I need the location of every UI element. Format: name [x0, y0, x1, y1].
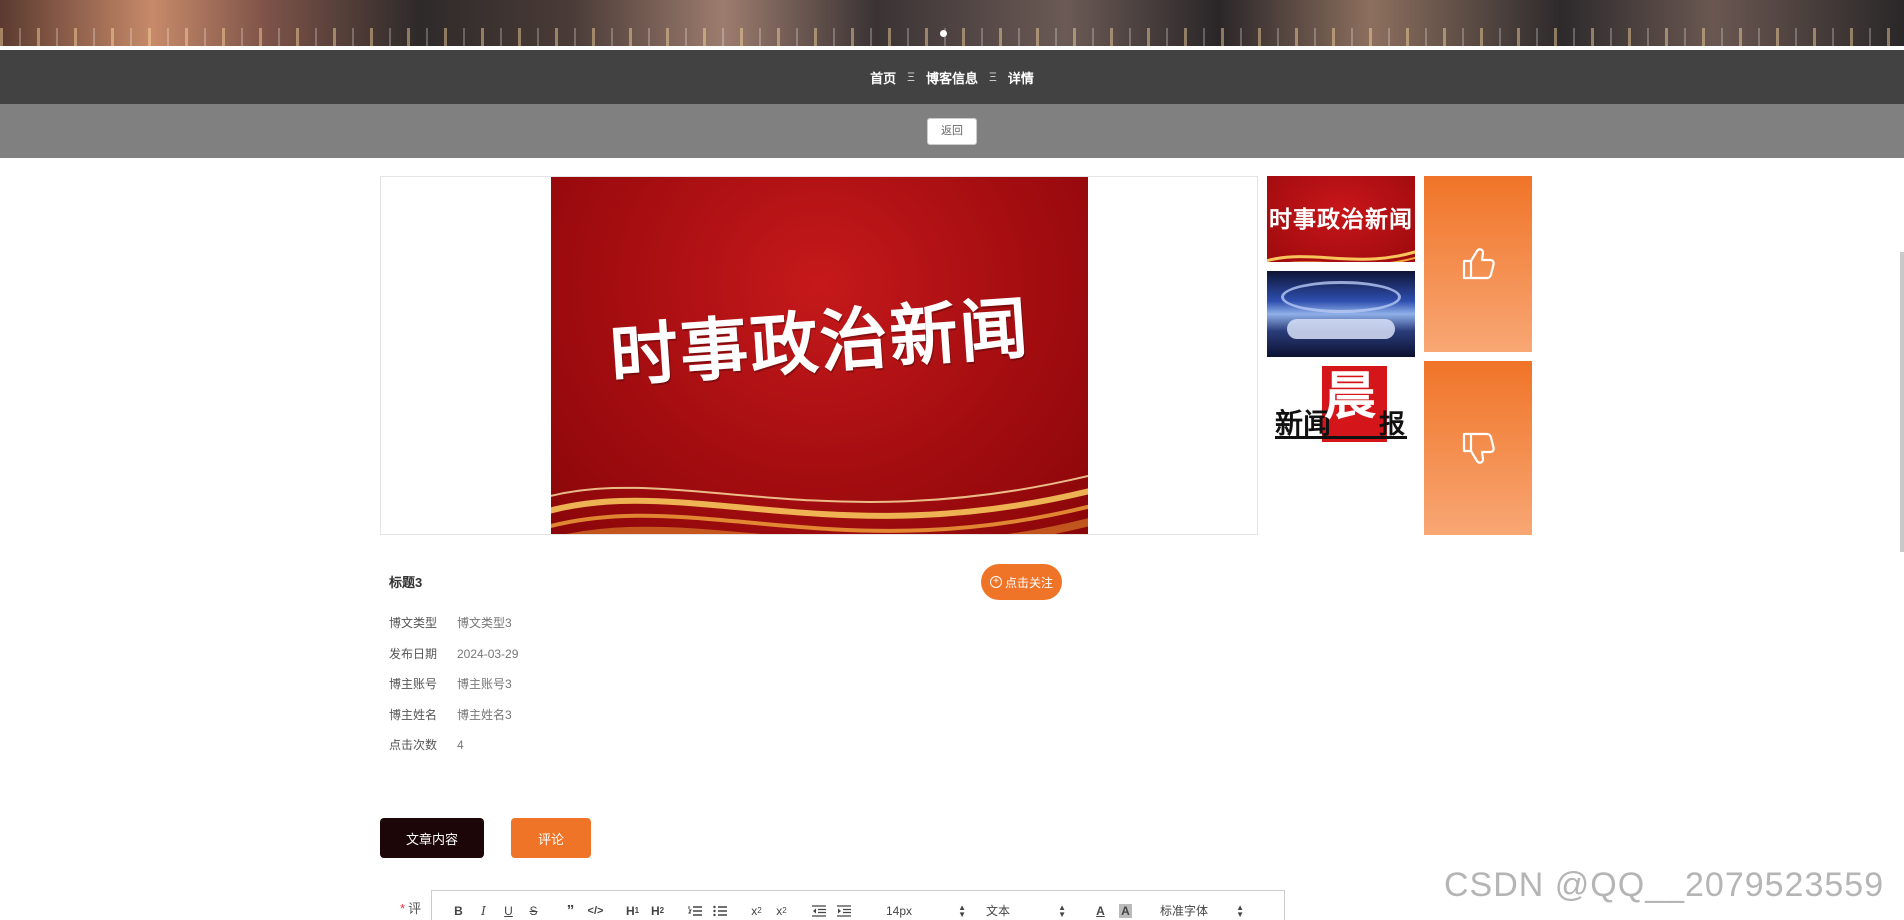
breadcrumb-current: 详情	[1007, 70, 1034, 86]
code-block-icon[interactable]: </>	[583, 900, 608, 920]
article-info: 标题3	[389, 572, 422, 591]
thumbnail-3-underline	[1275, 436, 1407, 439]
heading-1-icon[interactable]: H1	[620, 900, 645, 920]
info-row-clicks: 点击次数 4	[389, 736, 464, 753]
font-size-value: 14px	[886, 903, 913, 918]
info-value: 博主账号3	[457, 677, 512, 691]
plus-circle-icon: +	[989, 576, 1002, 588]
info-label: 博主账号	[389, 677, 438, 691]
back-button[interactable]: 返回	[927, 117, 977, 145]
thumbs-down-icon	[1462, 432, 1495, 464]
thumbnail-2-studio-desk	[1287, 319, 1395, 339]
required-mark: *	[400, 901, 406, 916]
select-arrows-icon: ▲ ▼	[1236, 902, 1244, 919]
info-row-type: 博文类型 博文类型3	[389, 614, 512, 631]
carousel-indicator-dot[interactable]	[940, 30, 947, 37]
dislike-button[interactable]	[1424, 361, 1532, 535]
follow-button[interactable]: + 点击关注	[981, 564, 1062, 600]
italic-icon[interactable]: I	[471, 900, 496, 920]
info-value: 博文类型3	[457, 616, 512, 630]
info-value: 2024-03-29	[457, 647, 519, 661]
info-value: 博主姓名3	[457, 708, 512, 722]
comment-label-text: 评	[408, 901, 422, 916]
breadcrumb: 首页 Ξ 博客信息 Ξ 详情	[0, 50, 1904, 104]
thumbnail-1-wave	[1267, 250, 1415, 262]
thumbnail-2[interactable]	[1267, 271, 1415, 357]
blockquote-icon[interactable]: ”	[558, 900, 583, 920]
select-arrows-icon: ▲ ▼	[1058, 902, 1066, 919]
watermark: CSDN @QQ__2079523559	[1444, 866, 1885, 904]
info-label: 博文类型	[389, 616, 438, 630]
underline-icon[interactable]: U	[496, 900, 521, 920]
comment-field-label: * 评	[400, 898, 421, 917]
main-image-gold-wave	[551, 474, 1088, 534]
info-row-name: 博主姓名 博主姓名3	[389, 706, 512, 723]
like-button[interactable]	[1424, 176, 1532, 352]
background-color-icon[interactable]: A	[1113, 900, 1138, 920]
info-row-date: 发布日期 2024-03-29	[389, 645, 518, 662]
breadcrumb-home[interactable]: 首页	[870, 68, 896, 87]
font-family-select[interactable]: 标准字体 ▲ ▼	[1156, 900, 1248, 920]
info-label: 点击次数	[389, 738, 438, 752]
top-banner	[0, 0, 1904, 46]
main-image-frame: 时事政治新闻	[380, 176, 1258, 535]
info-label: 博主姓名	[389, 708, 438, 722]
thumbnail-1-text: 时事政治新闻	[1269, 206, 1413, 233]
info-value: 4	[457, 738, 464, 752]
article-title: 标题3	[389, 575, 423, 590]
heading-2-icon[interactable]: H2	[645, 900, 670, 920]
indent-icon[interactable]	[831, 900, 856, 920]
thumbnail-3[interactable]: 新闻 晨 报	[1267, 366, 1415, 452]
heading-value: 文本	[986, 904, 1011, 918]
page-scrollbar[interactable]	[1900, 252, 1904, 552]
font-size-select[interactable]: 14px ▲ ▼	[882, 900, 970, 920]
bullet-list-icon[interactable]	[707, 900, 732, 920]
subscript-icon[interactable]: x2	[744, 900, 769, 920]
ordered-list-icon[interactable]	[682, 900, 707, 920]
rich-text-toolbar: B I U S ” </> H1 H2 x2 x2 14px ▲ ▼ 文本 ▲ ▼ …	[431, 890, 1285, 920]
breadcrumb-separator: Ξ	[989, 70, 997, 84]
banner-city-lights	[0, 28, 1904, 46]
thumbs-up-icon	[1462, 248, 1495, 280]
follow-button-label: 点击关注	[1004, 575, 1053, 590]
main-image-title: 时事政治新闻	[607, 288, 1033, 398]
tab-comment[interactable]: 评论	[511, 818, 591, 858]
strikethrough-icon[interactable]: S	[521, 900, 546, 920]
thumbnail-3-big-text: 晨	[1324, 366, 1377, 427]
outdent-icon[interactable]	[806, 900, 831, 920]
info-row-account: 博主账号 博主账号3	[389, 675, 512, 692]
thumbnail-2-studio-ring	[1281, 281, 1401, 313]
font-color-icon[interactable]: A	[1088, 900, 1113, 920]
font-family-value: 标准字体	[1160, 904, 1209, 918]
main-image: 时事政治新闻	[551, 177, 1088, 534]
heading-select[interactable]: 文本 ▲ ▼	[982, 900, 1070, 920]
info-label: 发布日期	[389, 647, 438, 661]
breadcrumb-section[interactable]: 博客信息	[926, 68, 978, 87]
thumbnail-1[interactable]: 时事政治新闻	[1267, 176, 1415, 262]
select-arrows-icon: ▲ ▼	[958, 902, 966, 919]
tab-article-content[interactable]: 文章内容	[380, 818, 484, 858]
back-bar: 返回	[0, 104, 1904, 158]
breadcrumb-separator: Ξ	[907, 70, 915, 84]
bold-icon[interactable]: B	[446, 900, 471, 920]
superscript-icon[interactable]: x2	[769, 900, 794, 920]
